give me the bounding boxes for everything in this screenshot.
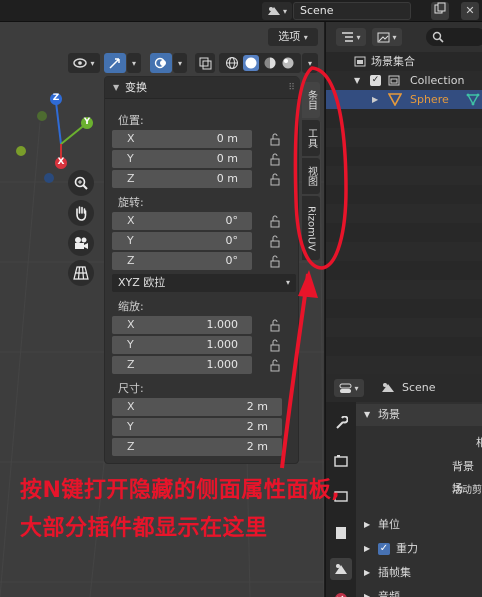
arrow-head-icon — [298, 270, 318, 298]
arrow-shaft — [280, 273, 310, 469]
annotation-line-2: 大部分插件都显示在这里 — [20, 516, 268, 541]
highlight-ellipse — [293, 66, 348, 270]
annotation-line-1: 按N键打开隐藏的侧面属性面板, — [20, 478, 341, 503]
annotation-overlay — [280, 66, 348, 469]
